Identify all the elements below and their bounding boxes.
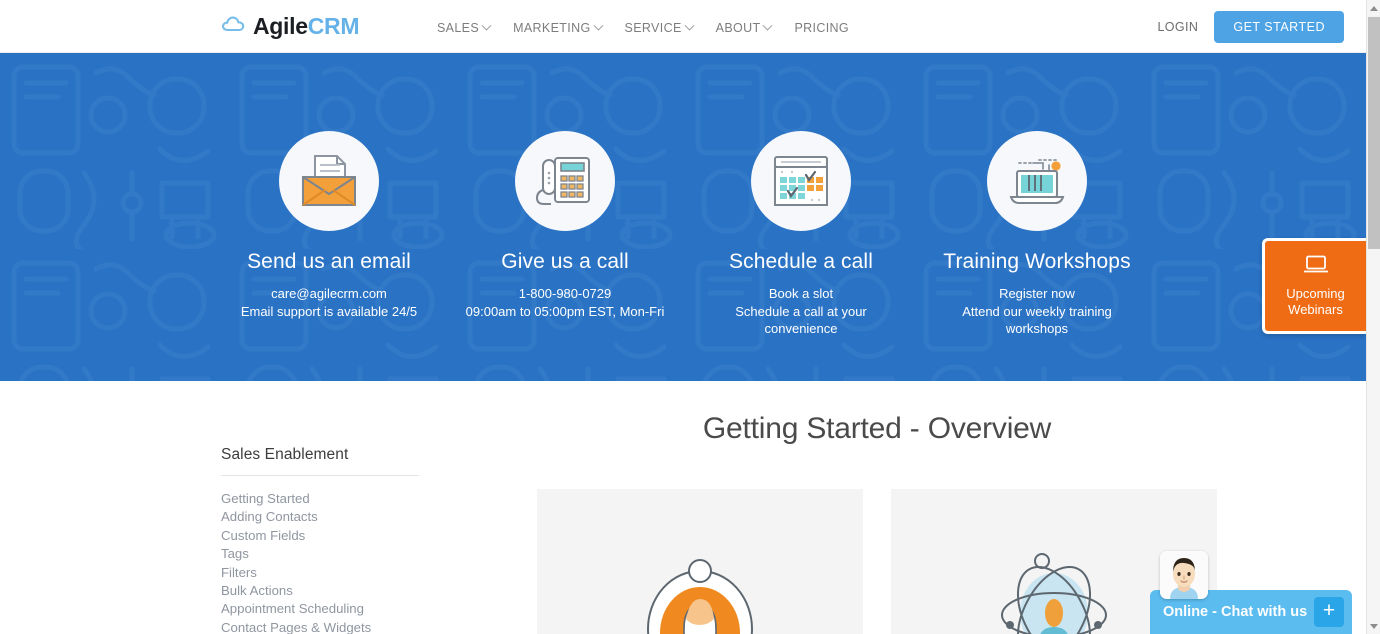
hero-card-desc: Book a slot Schedule a call at your conv… xyxy=(683,285,919,338)
webinar-tab-line2: Webinars xyxy=(1288,301,1343,317)
chat-status-text: Online - Chat with us xyxy=(1163,604,1308,620)
hero-card-line: 09:00am to 05:00pm EST, Mon-Fri xyxy=(465,303,665,319)
nav-item-marketing[interactable]: MARKETING xyxy=(513,20,603,35)
hero-card-line: Schedule a call at your convenience xyxy=(735,303,867,337)
nav-label: ABOUT xyxy=(715,21,761,35)
hero-card-training-workshops[interactable]: Training Workshops Register now Attend o… xyxy=(919,131,1155,338)
hero-card-title: Schedule a call xyxy=(729,250,873,273)
hero-card-line: Attend our weekly training workshops xyxy=(962,303,1112,337)
logo-text-secondary: CRM xyxy=(307,12,360,39)
atom-person-illustration xyxy=(1001,553,1107,634)
chevron-down-icon xyxy=(593,20,603,31)
plus-icon[interactable]: + xyxy=(1314,597,1344,627)
nav-item-about[interactable]: ABOUT xyxy=(715,20,773,35)
hero-card-give-call[interactable]: Give us a call 1-800-980-0729 09:00am to… xyxy=(447,131,683,338)
nav-item-pricing[interactable]: PRICING xyxy=(794,21,849,35)
nav-label: PRICING xyxy=(794,21,849,35)
vertical-scrollbar[interactable] xyxy=(1366,0,1380,634)
hero-card-title: Send us an email xyxy=(247,250,411,273)
hero-card-title: Training Workshops xyxy=(943,250,1131,273)
cloud-icon xyxy=(221,14,247,38)
hero-cards-row: Send us an email care@agilecrm.com Email… xyxy=(0,53,1366,338)
chevron-down-icon xyxy=(684,20,695,31)
hero-card-line: Email support is available 24/5 xyxy=(240,303,418,319)
login-link[interactable]: LOGIN xyxy=(1157,20,1198,34)
nav-label: SERVICE xyxy=(624,21,682,35)
main-navigation: SALES MARKETING SERVICE ABOUT PRICING xyxy=(437,20,849,35)
page-viewport: AgileCRM SALES MARKETING SERVICE ABOUT P… xyxy=(0,0,1366,634)
support-agent-avatar[interactable] xyxy=(1160,551,1208,599)
hero-card-desc: 1-800-980-0729 09:00am to 05:00pm EST, M… xyxy=(447,285,683,320)
get-started-button[interactable]: GET STARTED xyxy=(1214,11,1344,43)
hero-card-line: 1-800-980-0729 xyxy=(518,286,612,301)
scrollbar-thumb[interactable] xyxy=(1368,17,1380,249)
site-header: AgileCRM SALES MARKETING SERVICE ABOUT P… xyxy=(0,0,1366,53)
hero-card-desc: Register now Attend our weekly training … xyxy=(919,285,1155,338)
webinar-tab-label: Upcoming Webinars xyxy=(1286,286,1345,318)
hero-card-send-email[interactable]: Send us an email care@agilecrm.com Email… xyxy=(211,131,447,338)
person-avatar-illustration xyxy=(647,559,753,634)
hero-card-line: care@agilecrm.com xyxy=(271,286,387,301)
chevron-down-icon xyxy=(481,20,492,31)
docs-sidebar: Sales Enablement Getting Started Adding … xyxy=(0,381,420,634)
webinar-tab-line1: Upcoming xyxy=(1286,285,1345,301)
nav-item-service[interactable]: SERVICE xyxy=(624,20,695,35)
scroll-up-arrow[interactable] xyxy=(1367,0,1380,16)
chevron-down-icon xyxy=(763,20,773,31)
nav-label: MARKETING xyxy=(513,21,591,35)
hero-card-schedule-call[interactable]: Schedule a call Book a slot Schedule a c… xyxy=(683,131,919,338)
upcoming-webinars-tab[interactable]: Upcoming Webinars xyxy=(1262,238,1366,334)
calendar-icon xyxy=(751,131,851,231)
overview-card-person[interactable] xyxy=(537,489,863,634)
site-logo[interactable]: AgileCRM xyxy=(221,12,360,39)
browser-page: AgileCRM SALES MARKETING SERVICE ABOUT P… xyxy=(0,0,1380,634)
contact-hero-section: Send us an email care@agilecrm.com Email… xyxy=(0,53,1366,381)
desk-phone-icon xyxy=(515,131,615,231)
logo-text-primary: Agile xyxy=(253,12,308,39)
chat-widget: Online - Chat with us + xyxy=(1150,551,1352,634)
hero-card-title: Give us a call xyxy=(501,250,629,273)
hero-card-desc: care@agilecrm.com Email support is avail… xyxy=(211,285,447,320)
sidebar-title: Sales Enablement xyxy=(221,446,419,476)
nav-label: SALES xyxy=(437,21,480,35)
laptop-workflow-icon xyxy=(987,131,1087,231)
nav-item-sales[interactable]: SALES xyxy=(437,20,492,35)
hero-card-line: Register now xyxy=(999,286,1075,301)
scroll-down-arrow[interactable] xyxy=(1367,618,1380,634)
envelope-document-icon xyxy=(279,131,379,231)
header-actions: LOGIN GET STARTED xyxy=(1157,11,1344,43)
laptop-icon xyxy=(1303,255,1328,279)
hero-card-line: Book a slot xyxy=(768,286,834,301)
page-title: Getting Started - Overview xyxy=(702,412,1052,445)
